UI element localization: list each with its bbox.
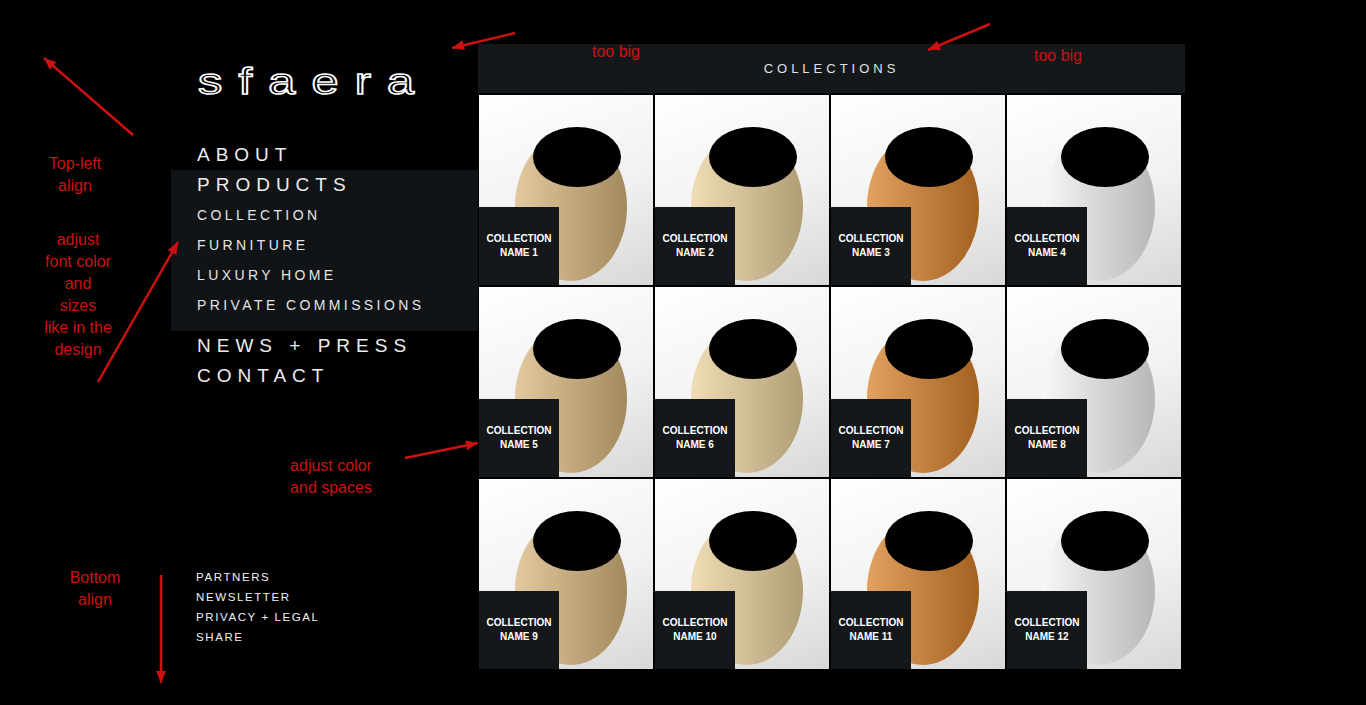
annotation-note: too big: [546, 41, 686, 63]
nav-item[interactable]: NEWS + PRESS: [197, 331, 478, 361]
arrow-icon: [452, 33, 515, 50]
annotation-line: and spaces: [261, 477, 401, 499]
label-line: COLLECTION: [1015, 424, 1080, 438]
label-line: COLLECTION: [487, 232, 552, 246]
label-line: COLLECTION: [839, 616, 904, 630]
arrow-icon: [928, 24, 990, 50]
collection-tile[interactable]: COLLECTIONNAME 12: [1007, 479, 1181, 669]
collection-label: COLLECTIONNAME 10: [655, 591, 735, 669]
annotation-line: and: [8, 273, 148, 295]
collection-label: COLLECTIONNAME 2: [655, 207, 735, 285]
collection-tile[interactable]: COLLECTIONNAME 2: [655, 95, 829, 285]
nav-subitem[interactable]: PRIVATE COMMISSIONS: [197, 290, 478, 320]
collection-label: COLLECTIONNAME 9: [479, 591, 559, 669]
collection-tile[interactable]: COLLECTIONNAME 5: [479, 287, 653, 477]
collection-tile[interactable]: COLLECTIONNAME 9: [479, 479, 653, 669]
label-line: COLLECTION: [663, 616, 728, 630]
collection-label: COLLECTIONNAME 7: [831, 399, 911, 477]
collection-tile[interactable]: COLLECTIONNAME 3: [831, 95, 1005, 285]
collection-label: COLLECTIONNAME 6: [655, 399, 735, 477]
label-line: NAME 6: [676, 438, 714, 452]
annotation-line: design: [8, 339, 148, 361]
collection-tile[interactable]: COLLECTIONNAME 8: [1007, 287, 1181, 477]
annotation-note: Top-leftalign: [5, 153, 145, 197]
annotation-note: Bottomalign: [25, 567, 165, 611]
footer-link[interactable]: PARTNERS: [196, 567, 478, 587]
annotation-line: Top-left: [5, 153, 145, 175]
arrow-icon: [405, 441, 478, 458]
annotation-note: adjust colorand spaces: [261, 455, 401, 499]
label-line: NAME 5: [500, 438, 538, 452]
label-line: COLLECTION: [1015, 616, 1080, 630]
footer-link[interactable]: NEWSLETTER: [196, 587, 478, 607]
nav-subitem[interactable]: COLLECTION: [197, 200, 478, 230]
annotation-line: adjust: [8, 229, 148, 251]
label-line: NAME 8: [1028, 438, 1066, 452]
label-line: NAME 1: [500, 246, 538, 260]
nav-group: CONTACT: [0, 361, 478, 391]
collections-grid: COLLECTIONNAME 1COLLECTIONNAME 2COLLECTI…: [479, 95, 1185, 669]
nav-item[interactable]: CONTACT: [197, 361, 478, 391]
label-line: NAME 10: [673, 630, 716, 644]
collection-label: COLLECTIONNAME 5: [479, 399, 559, 477]
nav-item[interactable]: PRODUCTS: [197, 170, 478, 200]
nav-subitem[interactable]: FURNITURE: [197, 230, 478, 260]
nav-subitem[interactable]: LUXURY HOME: [197, 260, 478, 290]
collection-tile[interactable]: COLLECTIONNAME 7: [831, 287, 1005, 477]
label-line: NAME 12: [1025, 630, 1068, 644]
collection-tile[interactable]: COLLECTIONNAME 11: [831, 479, 1005, 669]
collection-tile[interactable]: COLLECTIONNAME 4: [1007, 95, 1181, 285]
arrow-icon: [156, 575, 166, 683]
footer-link[interactable]: SHARE: [196, 627, 478, 647]
annotation-line: align: [5, 175, 145, 197]
label-line: COLLECTION: [1015, 232, 1080, 246]
collection-label: COLLECTIONNAME 4: [1007, 207, 1087, 285]
label-line: COLLECTION: [487, 616, 552, 630]
label-line: NAME 3: [852, 246, 890, 260]
collection-label: COLLECTIONNAME 12: [1007, 591, 1087, 669]
arrow-icon: [44, 58, 133, 135]
label-line: NAME 11: [850, 630, 893, 644]
collection-label: COLLECTIONNAME 8: [1007, 399, 1087, 477]
label-line: NAME 9: [500, 630, 538, 644]
label-line: NAME 7: [852, 438, 890, 452]
collections-panel: COLLECTIONSCOLLECTIONNAME 1COLLECTIONNAM…: [478, 0, 1185, 705]
label-line: COLLECTION: [839, 424, 904, 438]
collection-label: COLLECTIONNAME 3: [831, 207, 911, 285]
label-line: NAME 2: [676, 246, 714, 260]
label-line: COLLECTION: [839, 232, 904, 246]
label-line: COLLECTION: [663, 424, 728, 438]
footer-link[interactable]: PRIVACY + LEGAL: [196, 607, 478, 627]
annotation-line: sizes: [8, 295, 148, 317]
collection-label: COLLECTIONNAME 11: [831, 591, 911, 669]
annotation-line: too big: [988, 45, 1128, 67]
annotation-line: align: [25, 589, 165, 611]
label-line: NAME 4: [1028, 246, 1066, 260]
annotation-note: too big: [988, 45, 1128, 67]
annotation-line: Bottom: [25, 567, 165, 589]
nav-item[interactable]: ABOUT: [197, 140, 478, 170]
label-line: COLLECTION: [663, 232, 728, 246]
page: sfaeraABOUTPRODUCTSCOLLECTIONFURNITURELU…: [0, 0, 1366, 705]
annotation-note: adjustfont colorandsizeslike in thedesig…: [8, 229, 148, 361]
collection-label: COLLECTIONNAME 1: [479, 207, 559, 285]
collection-tile[interactable]: COLLECTIONNAME 10: [655, 479, 829, 669]
annotation-line: too big: [546, 41, 686, 63]
collection-tile[interactable]: COLLECTIONNAME 1: [479, 95, 653, 285]
nav-group: PRODUCTSCOLLECTIONFURNITURELUXURY HOMEPR…: [171, 170, 478, 331]
label-line: COLLECTION: [487, 424, 552, 438]
collection-tile[interactable]: COLLECTIONNAME 6: [655, 287, 829, 477]
annotation-line: adjust color: [261, 455, 401, 477]
annotation-line: font color: [8, 251, 148, 273]
annotation-line: like in the: [8, 317, 148, 339]
annotation-arrows: [0, 0, 1366, 705]
